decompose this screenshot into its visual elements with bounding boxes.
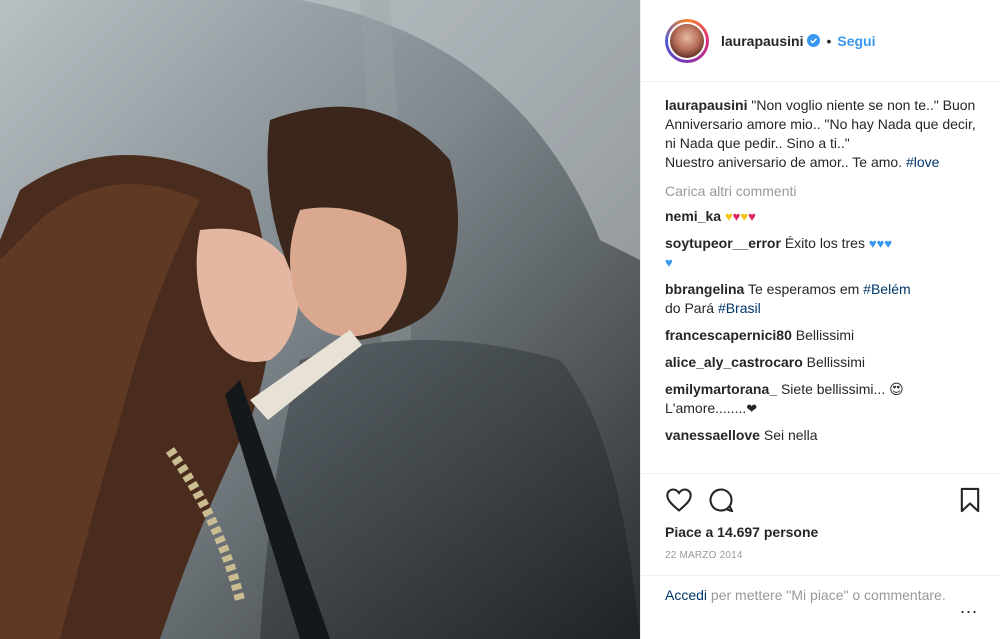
comment-text: do Pará <box>665 300 715 316</box>
blue-heart-icon: ♥ <box>665 255 673 270</box>
comment-username[interactable]: bbrangelina <box>665 281 744 297</box>
login-link[interactable]: Accedi <box>665 587 707 603</box>
heart-eyes-emoji: 😍 <box>889 381 904 397</box>
comment-text: Sei nella <box>763 427 818 443</box>
hashtag-brasil[interactable]: #Brasil <box>718 300 761 316</box>
heart-outline-icon[interactable] <box>665 486 693 514</box>
blue-heart-icon: ♥ <box>868 236 877 251</box>
emoji-hearts: ♥♥♥♥ <box>725 208 756 224</box>
load-more-comments-button[interactable]: Carica altri commenti <box>665 182 984 201</box>
instagram-post: laurapausini • Segui laurapausini "Non v… <box>0 0 1000 639</box>
likes-count[interactable]: Piace a 14.697 persone <box>665 524 984 540</box>
follow-button[interactable]: Segui <box>837 33 875 49</box>
comment-item: alice_aly_castrocaro Bellissimi <box>665 353 984 372</box>
comment-item: francescapernici80 Bellissimi <box>665 326 984 345</box>
comment-text: Éxito los tres <box>784 235 865 251</box>
comments-list[interactable]: laurapausini "Non voglio niente se non t… <box>641 82 1000 473</box>
black-heart-icon: ❤ <box>746 401 758 416</box>
comment-item: nemi_ka ♥♥♥♥ <box>665 207 984 226</box>
yellow-heart-icon: ♥ <box>740 209 749 224</box>
caption-line2: Nuestro aniversario de amor.. Te amo. <box>665 154 903 170</box>
hashtag-love[interactable]: #love <box>906 154 939 170</box>
caption-username[interactable]: laurapausini <box>665 97 747 113</box>
post-photo[interactable] <box>0 0 640 639</box>
bookmark-icon[interactable] <box>956 486 984 514</box>
comment-text: Bellissimi <box>795 327 855 343</box>
photo-illustration <box>0 0 640 639</box>
comment-bubble-icon[interactable] <box>707 486 735 514</box>
comment-item: vanessaellove Sei nella <box>665 426 984 445</box>
post-header: laurapausini • Segui <box>641 0 1000 82</box>
hashtag-belem[interactable]: #Belém <box>863 281 910 297</box>
comment-username[interactable]: nemi_ka <box>665 208 721 224</box>
comment-text: Te esperamos em <box>748 281 860 297</box>
comment-text: Siete bellissimi... <box>780 381 886 397</box>
comment-username[interactable]: alice_aly_castrocaro <box>665 354 803 370</box>
author-username[interactable]: laurapausini <box>721 33 803 49</box>
login-prompt: Accedi per mettere "Mi piace" o commenta… <box>641 575 1000 617</box>
comment-username[interactable]: francescapernici80 <box>665 327 792 343</box>
post-caption: laurapausini "Non voglio niente se non t… <box>665 96 984 172</box>
separator-dot: • <box>826 32 832 49</box>
login-prompt-text: per mettere "Mi piace" o commentare. <box>710 587 946 603</box>
post-sidebar: laurapausini • Segui laurapausini "Non v… <box>640 0 1000 639</box>
comment-item: soytupeor__error Éxito los tres ♥♥♥ ♥ <box>665 234 984 272</box>
comment-text: L'amore........ <box>665 400 747 416</box>
avatar-image <box>668 21 706 60</box>
comment-item: emilymartorana_ Siete bellissimi... 😍 L'… <box>665 380 984 418</box>
avatar[interactable] <box>665 18 709 63</box>
comment-username[interactable]: emilymartorana_ <box>665 381 777 397</box>
red-heart-icon: ♥ <box>748 209 756 224</box>
comment-username[interactable]: soytupeor__error <box>665 235 781 251</box>
more-options-button[interactable]: ... <box>960 598 978 617</box>
verified-badge-icon <box>807 34 821 47</box>
yellow-heart-icon: ♥ <box>724 209 733 224</box>
post-actions: Piace a 14.697 persone 22 MARZO 2014 <box>641 473 1000 639</box>
blue-heart-icon: ♥ <box>884 236 893 251</box>
action-icons <box>665 482 984 518</box>
comment-item: bbrangelina Te esperamos em #Belém do Pa… <box>665 280 984 318</box>
post-date[interactable]: 22 MARZO 2014 <box>665 550 984 561</box>
comment-text: Bellissimi <box>806 354 865 370</box>
comment-username[interactable]: vanessaellove <box>665 427 760 443</box>
